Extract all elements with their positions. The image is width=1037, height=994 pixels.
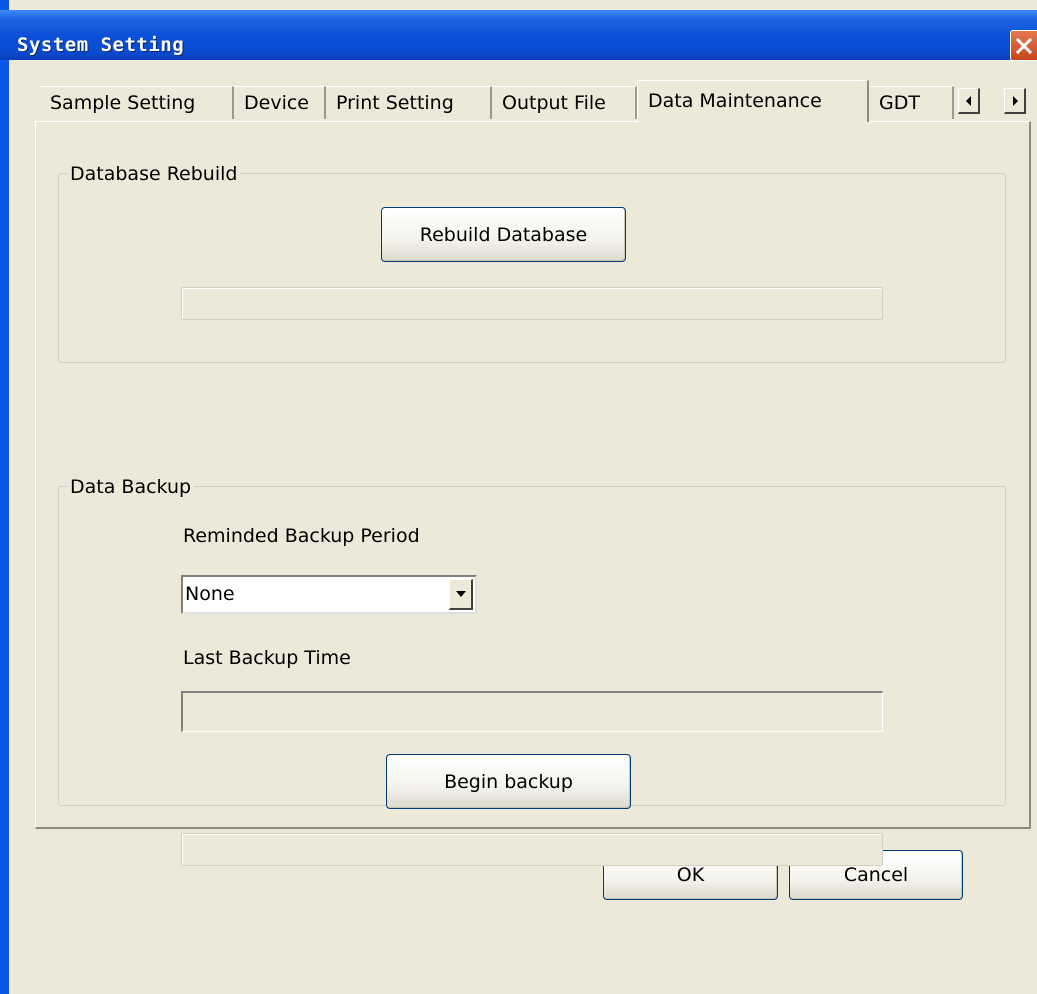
window-title: System Setting (17, 34, 185, 56)
system-setting-window: System Setting Sample Setting Device Pri… (0, 0, 1037, 994)
data-backup-title: Data Backup (67, 475, 195, 499)
tab-scroll-right-button[interactable] (1004, 88, 1026, 114)
begin-backup-button[interactable]: Begin backup (386, 754, 631, 809)
backup-period-select[interactable]: None (181, 575, 477, 614)
backup-period-value: None (185, 583, 235, 605)
last-backup-time-label: Last Backup Time (183, 647, 351, 669)
tab-print-setting[interactable]: Print Setting (326, 86, 492, 119)
tab-device[interactable]: Device (234, 86, 326, 119)
rebuild-progress-bar (181, 287, 883, 320)
rebuild-database-button[interactable]: Rebuild Database (381, 207, 626, 262)
title-bar[interactable]: System Setting (0, 10, 1037, 61)
chevron-down-icon (455, 591, 466, 597)
close-icon (1015, 37, 1033, 54)
arrow-right-icon (1012, 95, 1018, 106)
database-rebuild-group: Database Rebuild Rebuild Database (58, 162, 1006, 363)
data-maintenance-panel: Database Rebuild Rebuild Database Data B… (35, 121, 1031, 866)
tab-scroll-left-button[interactable] (958, 88, 980, 114)
tab-sample-setting[interactable]: Sample Setting (40, 86, 234, 119)
tab-gdt[interactable]: GDT (869, 86, 954, 119)
tab-output-file[interactable]: Output File (492, 86, 637, 119)
database-rebuild-title: Database Rebuild (67, 162, 241, 186)
backup-progress-bar (181, 833, 883, 866)
data-backup-group: Data Backup Reminded Backup Period None … (58, 475, 1006, 866)
tab-data-maintenance[interactable]: Data Maintenance (637, 80, 869, 122)
close-button[interactable] (1010, 30, 1037, 61)
last-backup-time-field (181, 691, 883, 732)
reminded-backup-period-label: Reminded Backup Period (183, 525, 420, 547)
arrow-left-icon (965, 95, 971, 106)
dropdown-button[interactable] (449, 579, 473, 610)
